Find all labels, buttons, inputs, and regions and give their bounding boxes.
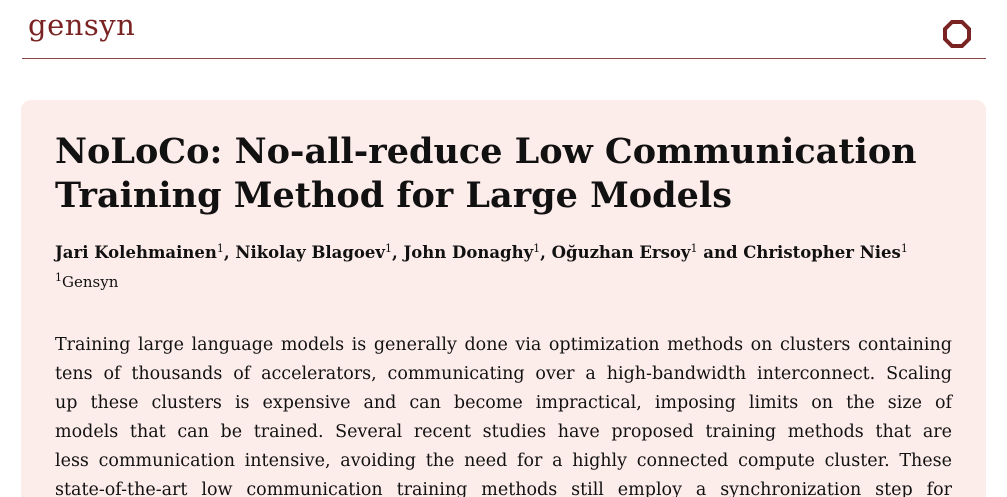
affiliation-mark: 1	[384, 242, 392, 255]
author-name: Oğuzhan Ersoy	[551, 243, 691, 262]
abstract-line: up these clusters is expensive and can b…	[55, 393, 952, 413]
abstract: Training large language models is genera…	[55, 331, 952, 497]
author-name: Jari Kolehmainen	[55, 243, 217, 262]
affiliation-mark: 1	[690, 242, 698, 255]
site-header: gensyn	[22, 0, 986, 59]
gensyn-logo-icon[interactable]	[942, 19, 972, 49]
affiliation-mark: 1	[216, 242, 224, 255]
author-separator: ,	[540, 243, 552, 262]
author-separator: ,	[223, 243, 236, 262]
paper-title: NoLoCo: No-all-reduce Low Communication …	[55, 130, 955, 218]
affiliation-mark: 1	[55, 271, 62, 284]
affiliation-name: Gensyn	[62, 273, 119, 291]
title-line: Training Method for Large Models	[55, 175, 732, 216]
author-list: Jari Kolehmainen1, Nikolay Blagoev1, Joh…	[55, 242, 908, 264]
abstract-line: less communication intensive, avoiding t…	[55, 451, 952, 471]
author-name: Christopher Nies	[743, 243, 901, 262]
author-name: Nikolay Blagoev	[235, 243, 385, 262]
abstract-line: state-of-the-art low communication train…	[55, 480, 952, 497]
abstract-line: tens of thousands of accelerators, commu…	[55, 364, 952, 384]
affiliation-mark: 1	[900, 242, 908, 255]
brand-logo-text[interactable]: gensyn	[28, 11, 135, 40]
paper-card: NoLoCo: No-all-reduce Low Communication …	[21, 100, 986, 497]
author-separator: and	[697, 243, 744, 262]
author-name: John Donaghy	[403, 243, 534, 262]
author-separator: ,	[391, 243, 404, 262]
title-line: NoLoCo: No-all-reduce Low Communication	[55, 131, 917, 172]
abstract-line: Training large language models is genera…	[55, 335, 952, 355]
abstract-line: models that can be trained. Several rece…	[55, 422, 952, 442]
affiliation: 1Gensyn	[55, 272, 118, 292]
